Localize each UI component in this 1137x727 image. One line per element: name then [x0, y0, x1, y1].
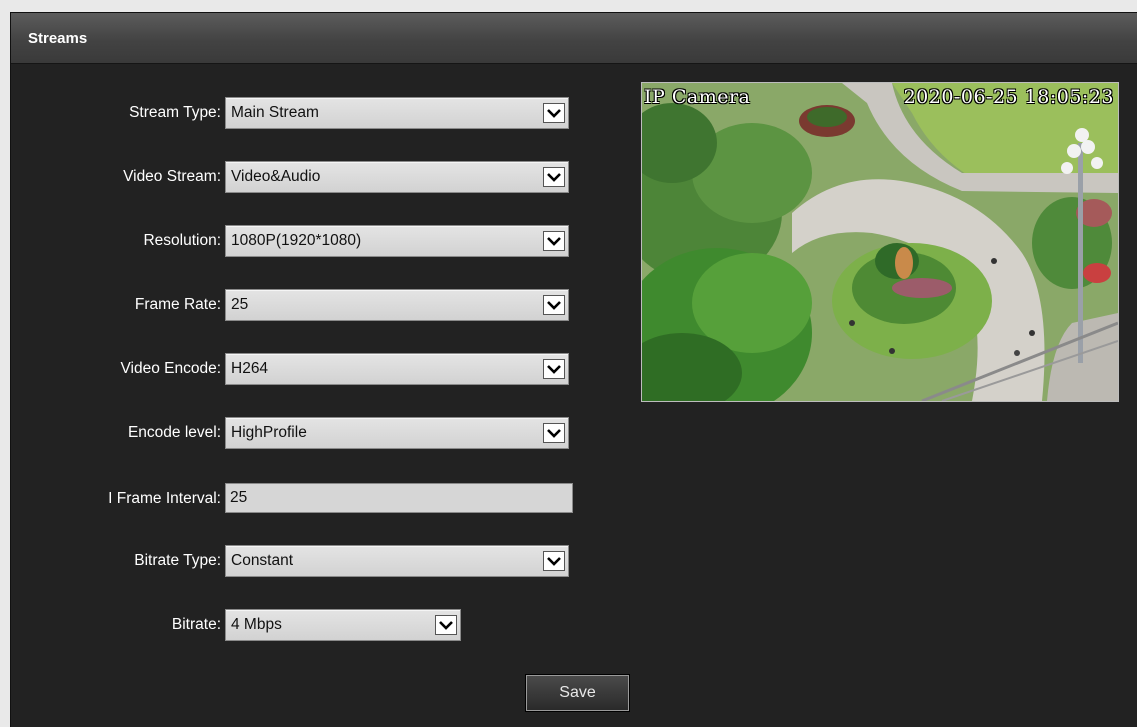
video-stream-label: Video Stream:	[123, 168, 221, 185]
i-frame-interval-field[interactable]	[226, 484, 572, 512]
streams-panel: Streams Stream Type: Main Stream Video S…	[10, 12, 1137, 727]
encode-level-label: Encode level:	[127, 424, 221, 441]
video-encode-select[interactable]: H264	[225, 353, 569, 385]
i-frame-interval-input[interactable]	[225, 483, 573, 513]
i-frame-interval-label: I Frame Interval:	[108, 490, 221, 507]
resolution-row: Resolution: 1080P(1920*1080)	[11, 225, 571, 257]
chevron-down-icon[interactable]	[543, 359, 565, 379]
camera-preview: IP Camera 2020-06-25 18:05:23	[641, 82, 1119, 402]
bitrate-row: Bitrate: 4 Mbps	[11, 609, 463, 641]
resolution-value: 1080P(1920*1080)	[231, 232, 362, 249]
stream-type-label: Stream Type:	[129, 104, 221, 121]
video-stream-select[interactable]: Video&Audio	[225, 161, 569, 193]
frame-rate-select[interactable]: 25	[225, 289, 569, 321]
frame-rate-label: Frame Rate:	[134, 296, 221, 313]
bitrate-type-select[interactable]: Constant	[225, 545, 569, 577]
bitrate-select[interactable]: 4 Mbps	[225, 609, 461, 641]
encode-level-select[interactable]: HighProfile	[225, 417, 569, 449]
video-stream-row: Video Stream: Video&Audio	[11, 161, 571, 193]
panel-title: Streams	[28, 30, 88, 47]
chevron-down-icon[interactable]	[543, 423, 565, 443]
video-encode-label: Video Encode:	[120, 360, 221, 377]
save-button[interactable]: Save	[525, 674, 630, 712]
bitrate-type-label: Bitrate Type:	[134, 552, 221, 569]
frame-rate-value: 25	[231, 296, 249, 313]
chevron-down-icon[interactable]	[543, 551, 565, 571]
frame-rate-row: Frame Rate: 25	[11, 289, 571, 321]
video-encode-row: Video Encode: H264	[11, 353, 571, 385]
chevron-down-icon[interactable]	[435, 615, 457, 635]
panel-header: Streams	[11, 13, 1137, 64]
stream-type-select[interactable]: Main Stream	[225, 97, 569, 129]
chevron-down-icon[interactable]	[543, 231, 565, 251]
osd-timestamp: 2020-06-25 18:05:23	[903, 86, 1114, 108]
stream-type-row: Stream Type: Main Stream	[11, 97, 571, 129]
video-stream-value: Video&Audio	[231, 168, 321, 185]
osd-camera-name: IP Camera	[644, 86, 751, 108]
video-encode-value: H264	[231, 360, 269, 377]
stream-type-value: Main Stream	[231, 104, 319, 121]
resolution-label: Resolution:	[143, 232, 221, 249]
i-frame-interval-row: I Frame Interval:	[11, 483, 573, 515]
bitrate-type-value: Constant	[231, 552, 294, 569]
bitrate-label: Bitrate:	[171, 616, 221, 633]
camera-scene	[642, 83, 1118, 401]
encode-level-value: HighProfile	[231, 424, 307, 441]
resolution-select[interactable]: 1080P(1920*1080)	[225, 225, 569, 257]
bitrate-value: 4 Mbps	[231, 616, 282, 633]
chevron-down-icon[interactable]	[543, 295, 565, 315]
chevron-down-icon[interactable]	[543, 167, 565, 187]
encode-level-row: Encode level: HighProfile	[11, 417, 571, 449]
chevron-down-icon[interactable]	[543, 103, 565, 123]
bitrate-type-row: Bitrate Type: Constant	[11, 545, 571, 577]
